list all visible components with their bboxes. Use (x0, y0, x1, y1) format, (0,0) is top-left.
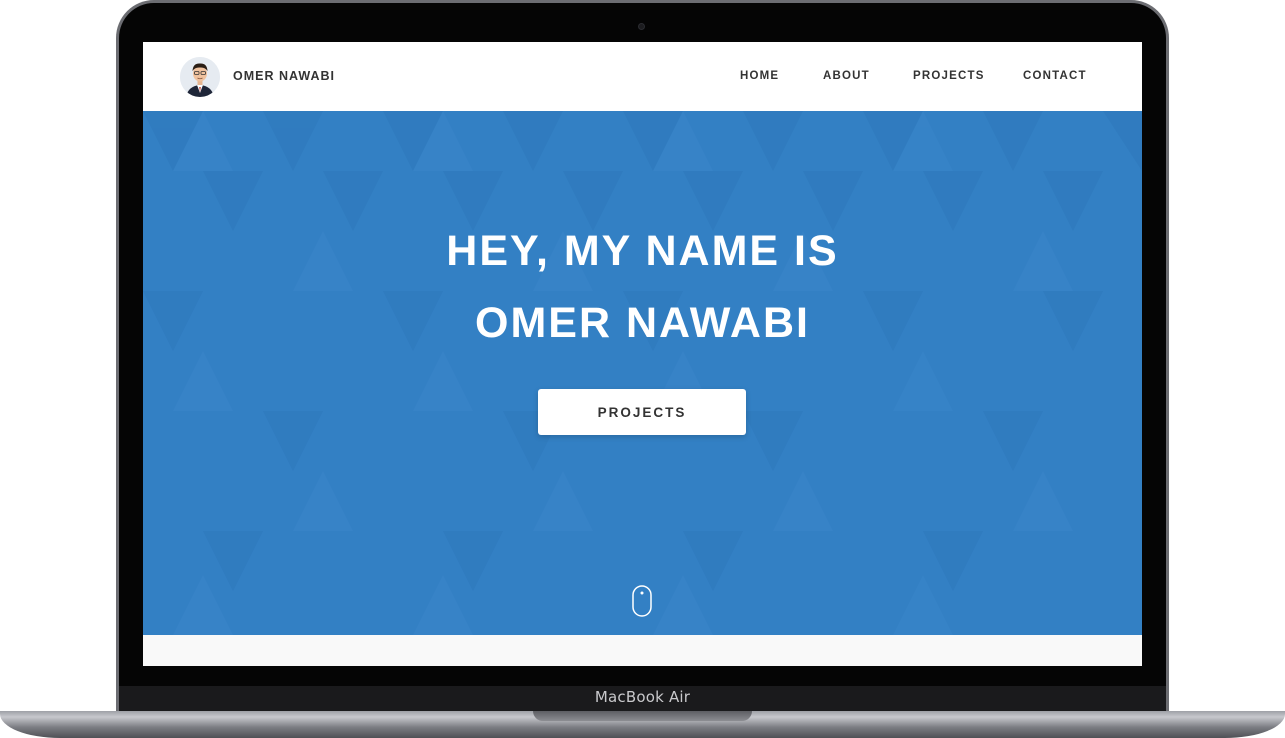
device-label: MacBook Air (594, 688, 691, 706)
site-name[interactable]: OMER NAWABI (233, 69, 335, 83)
mouse-scroll-icon[interactable] (632, 585, 652, 617)
hero-section: HEY, MY NAME IS OMER NAWABI PROJECTS (143, 111, 1142, 635)
avatar[interactable] (180, 57, 220, 97)
nav-item-projects[interactable]: PROJECTS (913, 70, 985, 82)
laptop-mockup: OMER NAWABI HOME ABOUT PROJECTS CONTACT (0, 0, 1285, 738)
triangle-pattern-background (143, 111, 1142, 635)
hero-title: HEY, MY NAME IS OMER NAWABI (446, 227, 839, 347)
avatar-portrait-icon (180, 57, 220, 97)
projects-button[interactable]: PROJECTS (538, 389, 746, 435)
nav-item-home[interactable]: HOME (740, 70, 779, 82)
nav-item-about[interactable]: ABOUT (823, 70, 870, 82)
navbar: OMER NAWABI HOME ABOUT PROJECTS CONTACT (143, 42, 1142, 111)
camera-icon (638, 23, 645, 30)
nav-item-contact[interactable]: CONTACT (1023, 70, 1087, 82)
laptop-notch (533, 711, 752, 721)
browser-screen: OMER NAWABI HOME ABOUT PROJECTS CONTACT (143, 42, 1142, 666)
next-section (143, 635, 1142, 666)
